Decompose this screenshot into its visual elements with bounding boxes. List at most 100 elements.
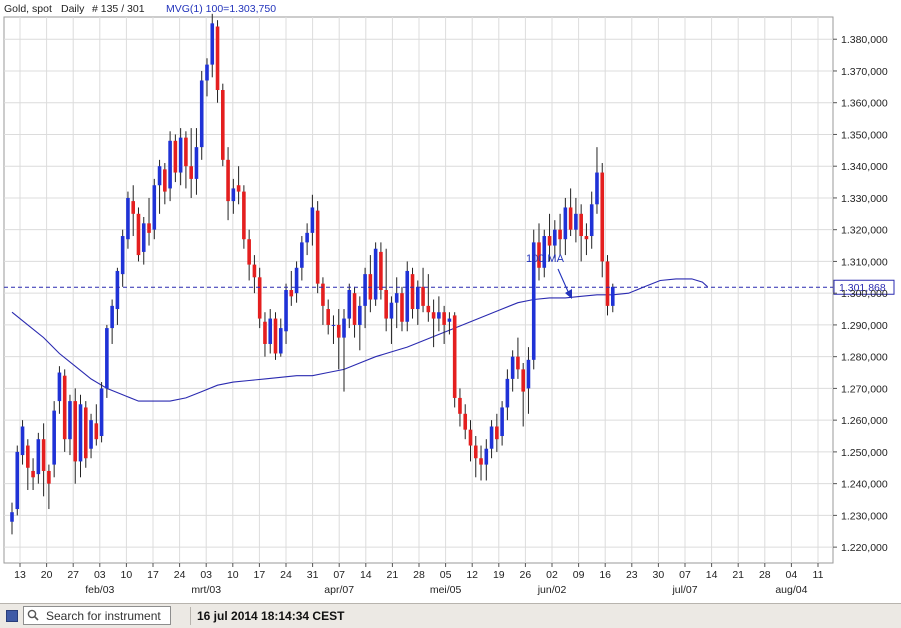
candle-down — [410, 274, 415, 310]
candle-up — [89, 420, 93, 449]
candle-up — [437, 312, 441, 319]
ma-annotation: 100 MA — [526, 253, 565, 265]
x-tick-label: 19 — [493, 569, 505, 581]
status-separator — [190, 607, 191, 625]
x-month-label: feb/03 — [85, 584, 114, 596]
candle-down — [352, 293, 357, 325]
candle-up — [10, 512, 14, 522]
period-label: Daily — [61, 3, 85, 15]
candle-down — [547, 236, 552, 246]
candle-down — [379, 251, 383, 290]
candle-up — [500, 407, 504, 437]
x-tick-label: 24 — [174, 569, 186, 581]
indicator-label: MVG(1) 100=1.303,750 — [166, 3, 276, 15]
candle-up — [278, 328, 283, 354]
candle-down — [226, 159, 230, 202]
candle-up — [415, 286, 420, 310]
x-tick-label: 07 — [333, 569, 345, 581]
x-month-label: jul/07 — [671, 584, 697, 596]
x-tick-label: 13 — [14, 569, 26, 581]
candle-up — [126, 197, 130, 240]
y-tick-label: 1.300,000 — [841, 288, 888, 300]
candle-up — [610, 286, 615, 306]
instrument-name: Gold, spot — [4, 3, 52, 15]
y-tick-label: 1.230,000 — [841, 510, 888, 522]
candle-down — [47, 470, 51, 484]
candle-up — [405, 270, 410, 322]
candle-down — [579, 213, 583, 237]
candle-up — [553, 229, 557, 246]
instrument-search-input[interactable]: Search for instrument — [23, 606, 171, 625]
candle-up — [210, 23, 215, 65]
x-tick-label: 28 — [759, 569, 771, 581]
candle-down — [479, 458, 483, 465]
candle-down — [384, 290, 388, 319]
candle-up — [168, 140, 172, 189]
y-tick-label: 1.290,000 — [841, 320, 888, 332]
candle-up — [526, 359, 531, 389]
candle-down — [584, 236, 589, 240]
candle-down — [431, 312, 436, 319]
candle-up — [52, 410, 56, 465]
x-tick-label: 20 — [41, 569, 53, 581]
x-tick-label: 03 — [94, 569, 106, 581]
candle-up — [347, 290, 352, 319]
candle-down — [421, 286, 425, 306]
candle-up — [178, 137, 183, 173]
y-tick-label: 1.330,000 — [841, 193, 888, 205]
x-tick-label: 17 — [147, 569, 159, 581]
window-menu-icon[interactable] — [6, 610, 18, 622]
y-tick-label: 1.280,000 — [841, 352, 888, 364]
candle-up — [68, 401, 72, 440]
x-tick-label: 03 — [200, 569, 212, 581]
candle-down — [62, 375, 67, 440]
candle-down — [247, 239, 251, 265]
candle-down — [463, 413, 468, 430]
x-tick-label: 31 — [307, 569, 319, 581]
candle-up — [595, 172, 599, 205]
x-tick-label: 14 — [360, 569, 372, 581]
candle-up — [205, 64, 209, 81]
search-icon — [27, 609, 39, 621]
x-tick-label: 26 — [520, 569, 532, 581]
x-tick-label: 05 — [440, 569, 452, 581]
candle-up — [57, 372, 62, 402]
candle-up — [36, 439, 41, 475]
y-tick-label: 1.370,000 — [841, 66, 888, 78]
y-tick-label: 1.320,000 — [841, 225, 888, 237]
x-tick-label: 21 — [387, 569, 399, 581]
candle-down — [473, 445, 478, 459]
y-tick-label: 1.360,000 — [841, 98, 888, 110]
candle-down — [336, 324, 341, 338]
price-chart[interactable]: 1.301,868 1.220,0001.230,0001.240,0001.2… — [0, 0, 901, 603]
candle-down — [184, 137, 188, 167]
x-month-label: jun/02 — [537, 584, 567, 596]
candle-down — [131, 201, 136, 214]
candle-up — [331, 324, 336, 326]
candle-up — [510, 356, 515, 379]
candle-up — [194, 147, 199, 179]
x-tick-label: 10 — [121, 569, 133, 581]
candle-down — [605, 261, 610, 306]
y-tick-label: 1.270,000 — [841, 383, 888, 395]
candle-down — [400, 293, 404, 322]
search-placeholder: Search for instrument — [46, 609, 161, 623]
x-tick-label: 28 — [413, 569, 425, 581]
status-bar: Search for instrument 16 jul 2014 18:14:… — [0, 603, 901, 628]
x-tick-label: 07 — [679, 569, 691, 581]
candle-down — [136, 213, 141, 256]
candle-down — [83, 407, 88, 459]
x-tick-label: 12 — [466, 569, 478, 581]
candle-down — [289, 290, 294, 297]
candle-down — [257, 277, 262, 319]
candle-up — [99, 388, 104, 437]
candle-up — [505, 378, 510, 408]
candle-up — [284, 290, 288, 332]
x-tick-label: 02 — [546, 569, 558, 581]
candle-up — [110, 305, 114, 329]
bar-count-label: # 135 / 301 — [92, 3, 145, 15]
y-tick-label: 1.340,000 — [841, 161, 888, 173]
candle-up — [305, 232, 309, 243]
x-tick-label: 04 — [786, 569, 798, 581]
x-tick-label: 27 — [67, 569, 79, 581]
